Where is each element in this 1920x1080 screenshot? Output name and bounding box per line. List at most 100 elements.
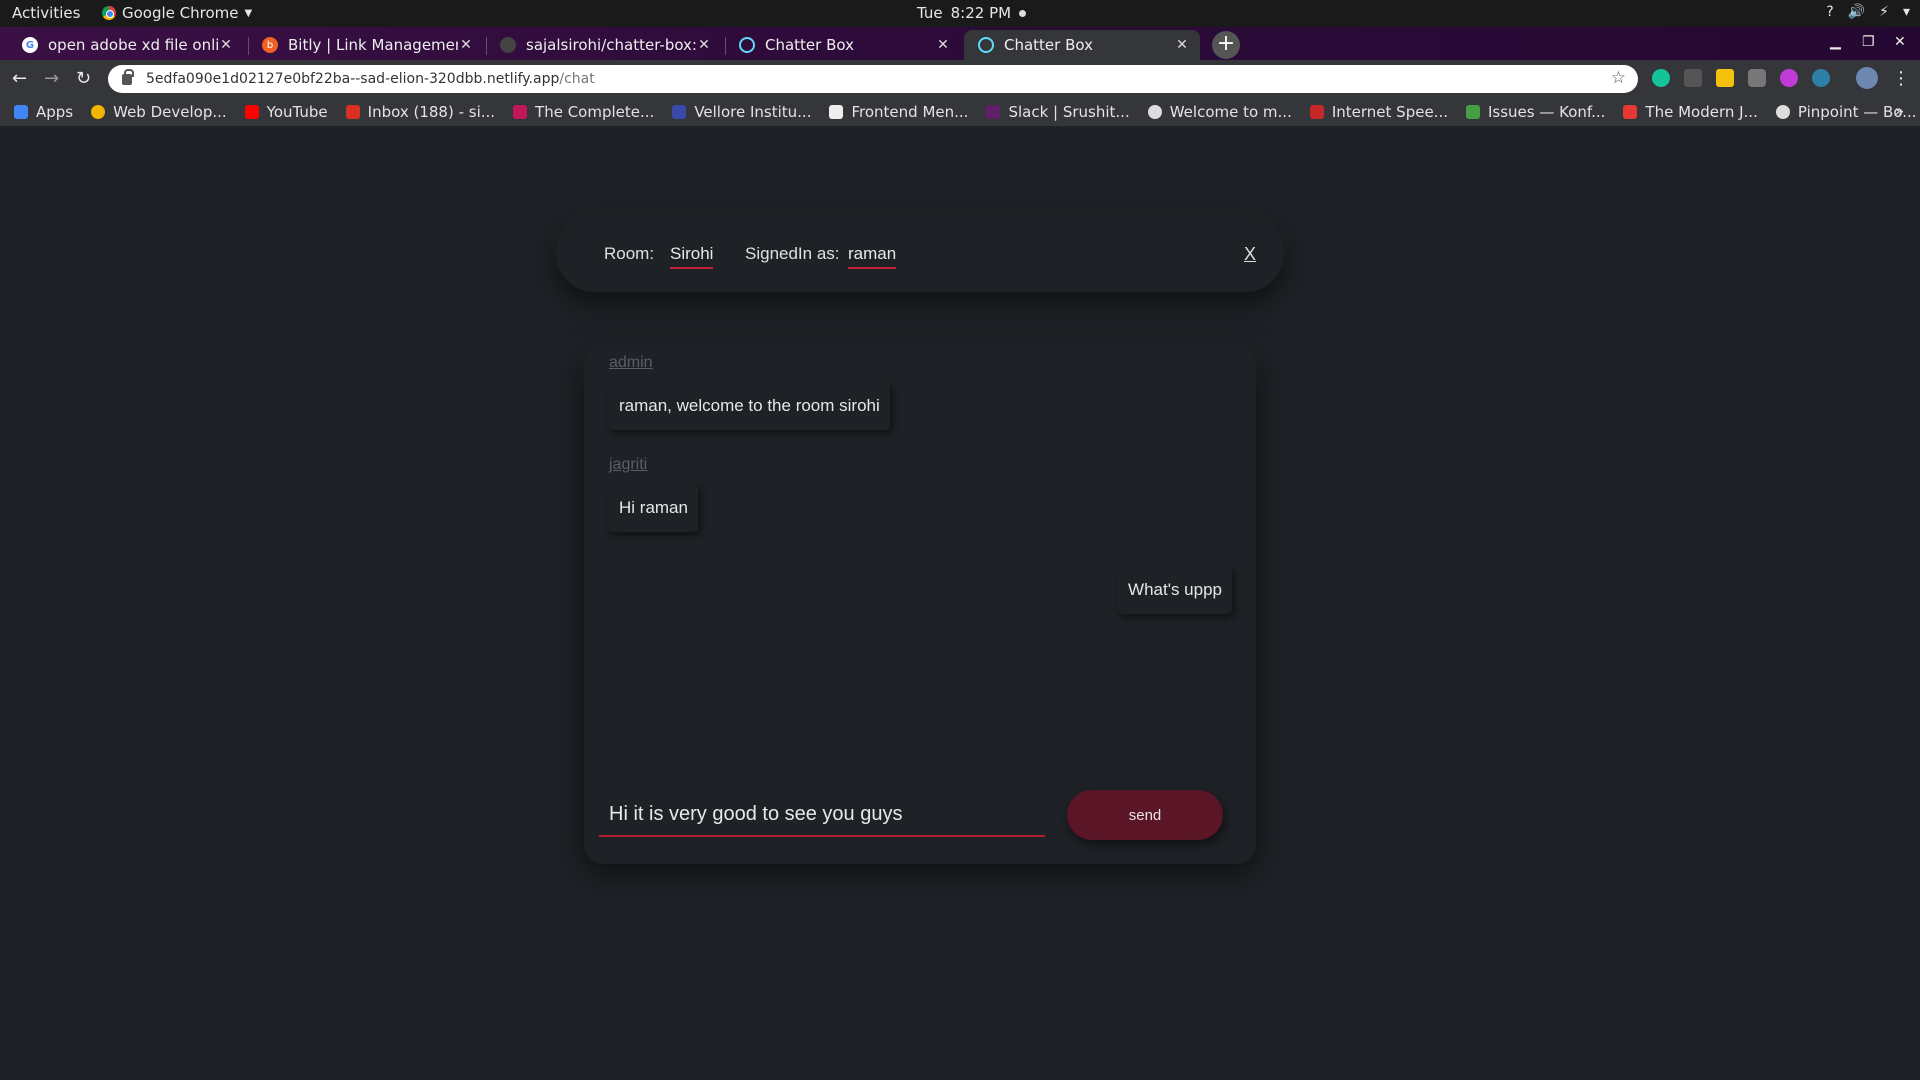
bookmark-slack[interactable]: Slack | Srushit... — [986, 103, 1130, 121]
profile-avatar[interactable] — [1856, 67, 1878, 89]
activities-button[interactable]: Activities — [12, 4, 80, 22]
clock[interactable]: Tue 8:22 PM — [917, 4, 1027, 22]
message-input[interactable] — [599, 793, 1045, 837]
room-label: Room: — [604, 244, 655, 263]
maximize-icon[interactable]: ❐ — [1862, 34, 1875, 50]
bookmark-frontend-men[interactable]: Frontend Men... — [829, 103, 968, 121]
grammarly-icon[interactable] — [1652, 69, 1670, 87]
google-icon: G — [22, 37, 38, 53]
system-top-bar: Activities Google Chrome ▼ Tue 8:22 PM ?… — [0, 0, 1920, 27]
youtube-icon — [244, 105, 259, 119]
bookmark-label: Apps — [36, 103, 74, 121]
bookmark-label: Inbox (188) - si... — [367, 103, 496, 121]
menu-kebab-icon[interactable]: ⋮ — [1892, 68, 1910, 89]
notes-extension-icon[interactable] — [1716, 69, 1734, 87]
tab-title: Chatter Box — [1004, 36, 1093, 54]
message-bubble: Hi raman — [609, 484, 698, 532]
bookmark-label: Web Develop... — [113, 103, 227, 121]
close-icon[interactable]: ✕ — [696, 37, 712, 53]
bookmark-inbox[interactable]: Inbox (188) - si... — [345, 103, 496, 121]
system-menu-icon[interactable]: ▾ — [1903, 4, 1910, 20]
react-icon — [978, 37, 994, 53]
signed-in-label: SignedIn as: — [745, 244, 840, 263]
tab-chatter-box-2[interactable]: Chatter Box ✕ — [964, 30, 1200, 60]
star-icon[interactable]: ☆ — [1611, 68, 1626, 88]
bookmark-label: Slack | Srushit... — [1008, 103, 1130, 121]
message-bubble: raman, welcome to the room sirohi — [609, 382, 890, 430]
bookmark-label: Issues — Konf... — [1487, 103, 1606, 121]
tab-strip: G open adobe xd file online ✕ b Bitly | … — [0, 27, 1920, 60]
send-button[interactable]: send — [1067, 790, 1223, 840]
react-devtools-icon[interactable] — [1812, 69, 1830, 87]
bookmark-welcome[interactable]: Welcome to m... — [1147, 103, 1292, 121]
bookmark-label: Internet Spee... — [1331, 103, 1448, 121]
bookmark-vellore[interactable]: Vellore Institu... — [672, 103, 811, 121]
bitly-icon: b — [262, 37, 278, 53]
react-icon — [739, 37, 755, 53]
color-extension-icon[interactable] — [1780, 69, 1798, 87]
bookmark-label: The Modern J... — [1645, 103, 1758, 121]
system-tray[interactable]: ? 🔊 ⚡ ▾ — [1826, 4, 1910, 20]
minimize-icon[interactable]: ▁ — [1830, 34, 1841, 50]
tab-title: Bitly | Link Management — [288, 36, 458, 54]
close-window-icon[interactable]: ✕ — [1894, 34, 1906, 50]
forward-icon[interactable]: → — [44, 68, 59, 89]
close-icon[interactable]: ✕ — [1174, 37, 1190, 53]
chat-page: Room: Sirohi SignedIn as: raman X admin … — [0, 126, 1920, 1080]
notification-dot-icon — [1019, 9, 1027, 17]
bookmarks-overflow-icon[interactable]: » — [1895, 102, 1904, 120]
close-icon[interactable]: ✕ — [935, 37, 951, 53]
shield-icon[interactable] — [1748, 69, 1766, 87]
bookmark-icon — [829, 105, 844, 119]
new-tab-button[interactable]: + — [1212, 31, 1240, 59]
bookmark-label: Welcome to m... — [1169, 103, 1292, 121]
bookmarks-bar: Apps Web Develop... YouTube Inbox (188) … — [0, 98, 1920, 126]
gmail-icon — [345, 105, 360, 119]
volume-icon[interactable]: 🔊 — [1848, 4, 1865, 20]
bookmark-label: Frontend Men... — [851, 103, 969, 121]
tab-github[interactable]: sajalsirohi/chatter-box: M ✕ — [486, 30, 722, 60]
apps-grid-icon — [14, 105, 28, 119]
bookmark-icon — [513, 105, 528, 119]
help-icon[interactable]: ? — [1826, 4, 1833, 20]
tab-title: open adobe xd file online — [48, 36, 218, 54]
room-header: Room: Sirohi SignedIn as: raman X — [556, 214, 1284, 292]
bookmark-the-complete[interactable]: The Complete... — [513, 103, 654, 121]
back-icon[interactable]: ← — [12, 68, 27, 89]
bookmark-icon — [91, 105, 106, 119]
tab-bitly[interactable]: b Bitly | Link Management ✕ — [248, 30, 484, 60]
bookmark-label: YouTube — [266, 103, 328, 121]
close-icon[interactable]: ✕ — [218, 37, 234, 53]
own-message-bubble: What's uppp — [1118, 566, 1232, 614]
chevron-down-icon: ▼ — [244, 7, 253, 19]
bookmark-icon — [1309, 105, 1324, 119]
bookmark-issues[interactable]: Issues — Konf... — [1465, 103, 1606, 121]
app-name: Google Chrome — [122, 4, 239, 22]
leave-room-button[interactable]: X — [1244, 244, 1256, 265]
pen-extension-icon[interactable] — [1684, 69, 1702, 87]
signed-in-user: raman — [848, 244, 897, 269]
message-author: jagriti — [609, 456, 648, 473]
browser-toolbar: ← → ↻ 5edfa090e1d02127e0bf22ba--sad-elio… — [0, 60, 1920, 98]
bookmark-modern-j[interactable]: The Modern J... — [1623, 103, 1758, 121]
bookmark-web-develop[interactable]: Web Develop... — [91, 103, 227, 121]
room-name: Sirohi — [670, 244, 714, 269]
bookmark-apps[interactable]: Apps — [14, 103, 73, 121]
reload-icon[interactable]: ↻ — [76, 68, 91, 89]
tab-chatter-box-1[interactable]: Chatter Box ✕ — [725, 30, 961, 60]
app-menu[interactable]: Google Chrome ▼ — [102, 4, 252, 22]
bookmark-icon — [1465, 105, 1480, 119]
globe-icon — [1147, 105, 1162, 119]
chat-window: admin raman, welcome to the room sirohi … — [584, 344, 1256, 864]
close-icon[interactable]: ✕ — [458, 37, 474, 53]
address-bar[interactable]: 5edfa090e1d02127e0bf22ba--sad-elion-320d… — [108, 65, 1638, 93]
tab-title: Chatter Box — [765, 36, 854, 54]
battery-icon[interactable]: ⚡ — [1879, 4, 1889, 20]
github-icon — [500, 37, 516, 53]
url-path: /chat — [559, 71, 595, 87]
bookmark-internet-speed[interactable]: Internet Spee... — [1309, 103, 1448, 121]
chrome-icon — [102, 6, 116, 20]
bookmark-youtube[interactable]: YouTube — [244, 103, 328, 121]
bookmark-label: Vellore Institu... — [694, 103, 812, 121]
tab-adobe-xd[interactable]: G open adobe xd file online ✕ — [8, 30, 244, 60]
